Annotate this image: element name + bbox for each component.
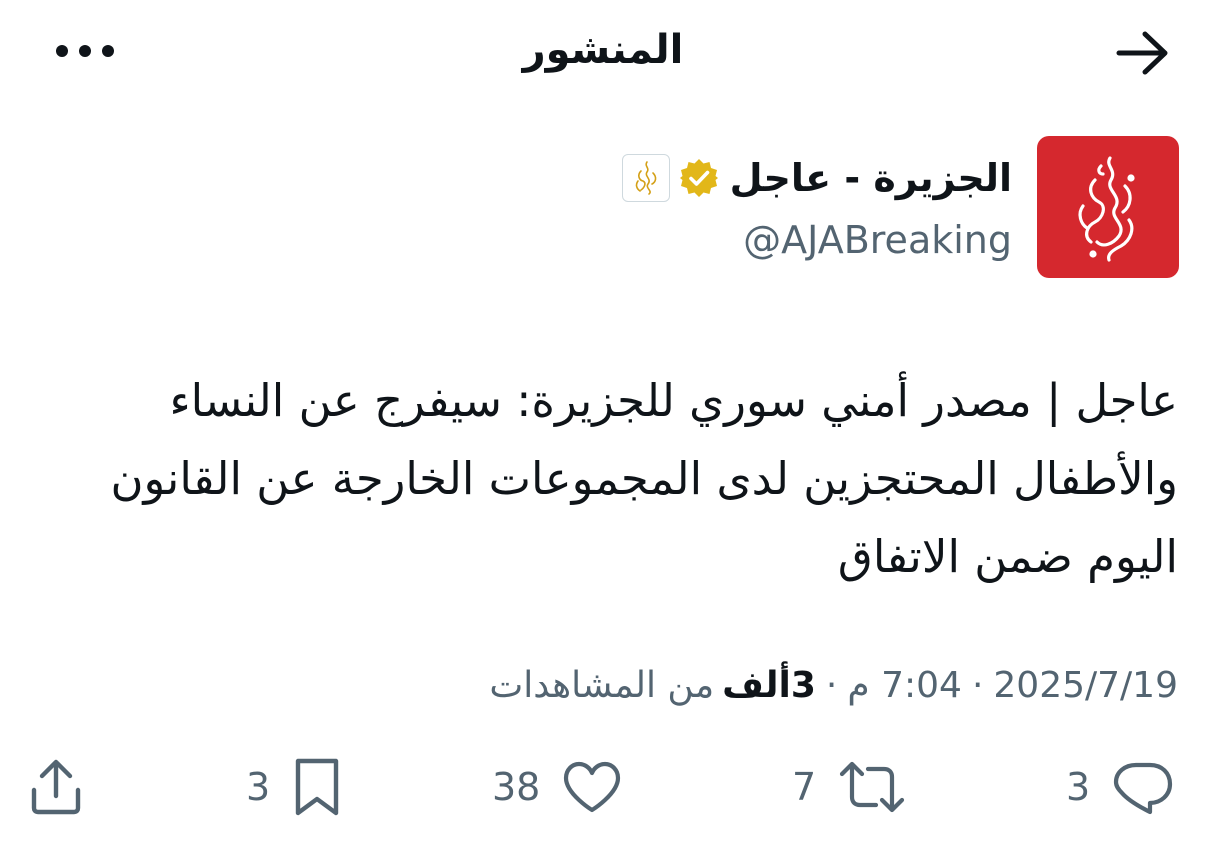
post-date[interactable]: 2025/7/19: [993, 660, 1178, 712]
author-name-row: الجزيرة - عاجل: [621, 150, 1012, 206]
retweet-count: 7: [792, 765, 817, 809]
author-name[interactable]: الجزيرة - عاجل: [730, 150, 1012, 206]
bookmark-button[interactable]: 3: [246, 752, 342, 822]
more-horizontal-icon: [56, 45, 114, 57]
like-icon: [564, 761, 621, 813]
retweet-icon: [840, 761, 905, 813]
like-count: 38: [492, 765, 541, 809]
post-time[interactable]: 7:04 م: [847, 660, 962, 712]
reply-count: 3: [1066, 765, 1091, 809]
author-handle[interactable]: @AJABreaking: [743, 214, 1012, 266]
bookmark-count: 3: [246, 765, 271, 809]
share-icon: [31, 759, 81, 815]
page-title: المنشور: [522, 27, 684, 73]
al-jazeera-affiliate-badge-icon[interactable]: [621, 154, 670, 202]
views-count[interactable]: 3ألف: [722, 660, 816, 712]
reply-icon: [1114, 762, 1173, 815]
arrow-right-icon: [1116, 31, 1168, 75]
bookmark-icon: [295, 758, 339, 816]
more-options-button[interactable]: [50, 30, 120, 72]
views-label: من المشاهدات: [489, 665, 715, 706]
retweet-button[interactable]: 7: [792, 752, 906, 822]
reply-button[interactable]: 3: [1066, 752, 1174, 822]
avatar[interactable]: [1037, 136, 1179, 278]
like-button[interactable]: 38: [492, 752, 622, 822]
post-meta: 2025/7/19 · 7:04 م · 3ألف من المشاهدات: [489, 660, 1178, 712]
verified-badge-icon[interactable]: [678, 157, 720, 199]
back-button[interactable]: [1110, 26, 1176, 80]
meta-separator: ·: [971, 665, 984, 706]
al-jazeera-logo: [1078, 156, 1135, 262]
post-text: عاجل | مصدر أمني سوري للجزيرة: سيفرج عن …: [110, 374, 1179, 583]
share-button[interactable]: [26, 752, 86, 822]
meta-separator: ·: [825, 665, 838, 706]
